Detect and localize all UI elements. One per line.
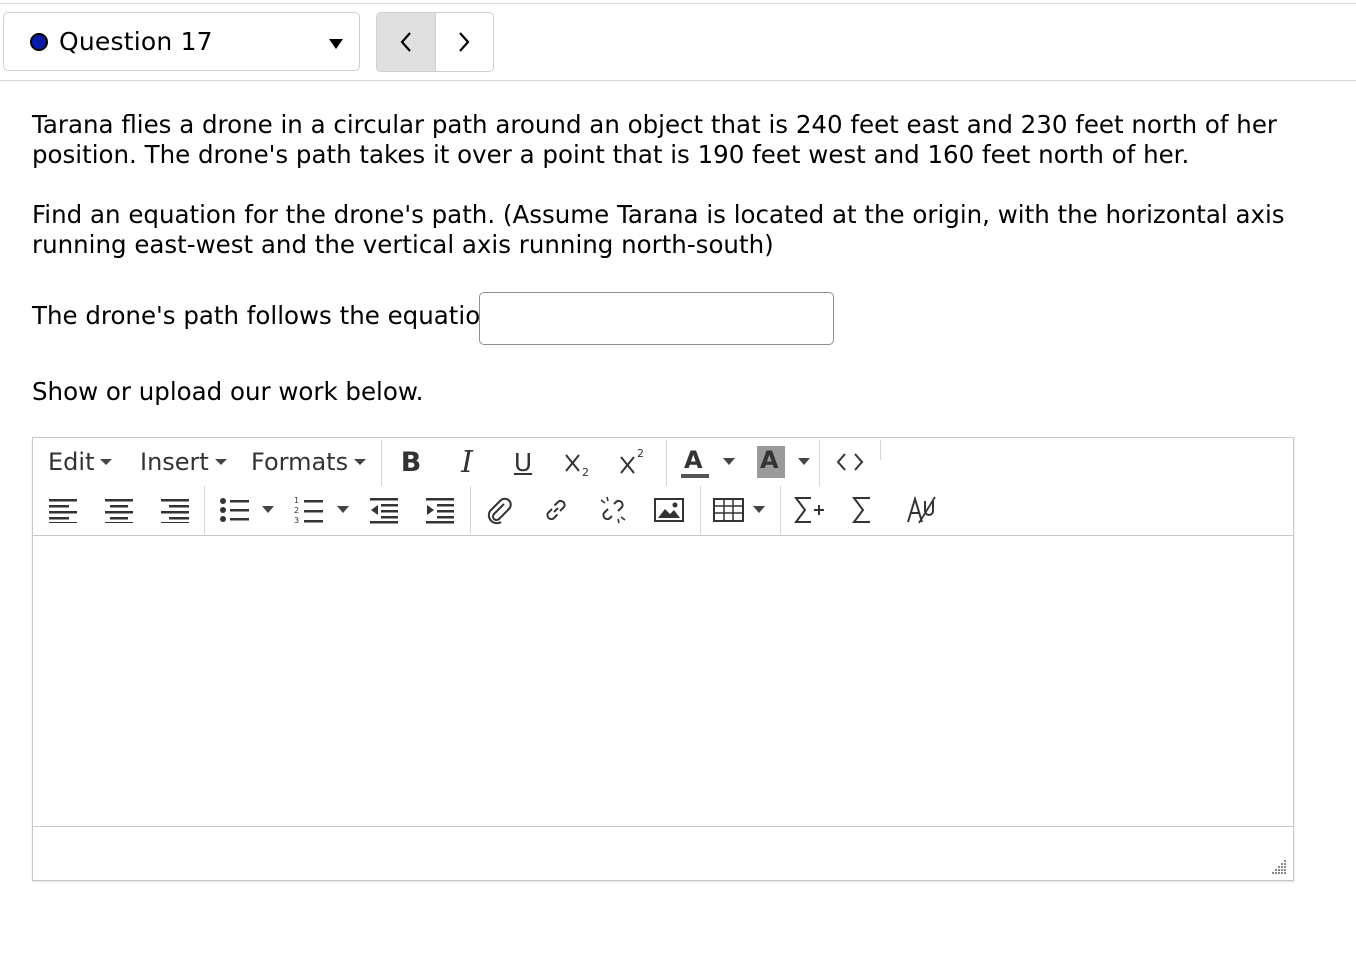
svg-text:2: 2 xyxy=(637,447,644,460)
edit-menu-label: Edit xyxy=(48,448,95,476)
source-code-button[interactable] xyxy=(830,444,870,480)
question-nav-group xyxy=(376,12,494,72)
table-caret-icon[interactable] xyxy=(753,506,765,513)
code-icon xyxy=(836,453,864,471)
toolbar-separator xyxy=(780,486,781,534)
top-divider xyxy=(0,3,1356,4)
outdent-icon xyxy=(370,498,398,524)
numbered-list-button[interactable]: 1 2 3 xyxy=(289,492,329,528)
align-right-icon xyxy=(161,499,189,523)
highlight-color-icon: A xyxy=(757,446,785,478)
spellcheck-icon xyxy=(907,495,936,524)
question-status-dot xyxy=(30,32,48,51)
toolbar-separator xyxy=(880,440,881,460)
editor-content-area[interactable] xyxy=(33,536,1293,826)
dropdown-caret-icon xyxy=(329,39,343,49)
italic-icon: I xyxy=(461,444,473,480)
align-center-icon xyxy=(105,499,133,523)
caret-down-icon xyxy=(214,459,227,465)
unlink-icon xyxy=(600,496,626,524)
subscript-icon: 2 xyxy=(565,454,589,477)
insert-equation-button[interactable] xyxy=(790,492,830,528)
insert-table-button[interactable] xyxy=(709,492,749,528)
math-editor-button[interactable] xyxy=(843,492,883,528)
link-icon xyxy=(546,499,566,521)
numbered-list-caret-icon[interactable] xyxy=(337,506,349,513)
attach-file-button[interactable] xyxy=(479,492,519,528)
insert-link-button[interactable] xyxy=(536,492,576,528)
text-color-button[interactable]: A xyxy=(675,444,713,480)
toolbar-separator xyxy=(381,440,382,486)
header-divider xyxy=(0,80,1356,81)
editor-toolbar-row-1: Edit Insert Formats B I U 2 2 A A xyxy=(33,438,1293,486)
question-selector[interactable]: Question 17 xyxy=(3,12,360,71)
bullet-list-button[interactable] xyxy=(215,492,255,528)
caret-down-icon xyxy=(100,459,113,465)
toolbar-separator xyxy=(204,486,205,534)
insert-image-button[interactable] xyxy=(649,492,689,528)
caret-down-icon xyxy=(354,459,367,465)
unlink-button[interactable] xyxy=(593,492,633,528)
text-color-letter: A xyxy=(684,446,703,474)
italic-button[interactable]: I xyxy=(447,444,487,480)
underline-button[interactable]: U xyxy=(503,444,543,480)
underline-icon: U xyxy=(513,447,533,477)
editor-status-bar xyxy=(33,826,1293,881)
highlight-letter: A xyxy=(760,446,779,474)
insert-menu[interactable]: Insert xyxy=(140,446,227,478)
indent-button[interactable] xyxy=(420,492,460,528)
highlight-color-button[interactable]: A xyxy=(751,444,789,480)
upload-prompt: Show or upload our work below. xyxy=(32,377,424,406)
toolbar-separator xyxy=(819,440,820,486)
bold-icon: B xyxy=(400,446,422,478)
paperclip-icon xyxy=(487,497,512,525)
toolbar-separator xyxy=(700,486,701,534)
align-right-button[interactable] xyxy=(155,492,195,528)
sigma-plus-icon xyxy=(794,497,824,523)
resize-handle-icon[interactable] xyxy=(1269,857,1287,875)
align-center-button[interactable] xyxy=(99,492,139,528)
align-left-button[interactable] xyxy=(43,492,83,528)
question-selector-label: Question 17 xyxy=(59,27,213,56)
previous-question-button[interactable] xyxy=(377,13,436,71)
bullet-list-caret-icon[interactable] xyxy=(262,506,274,513)
sigma-icon xyxy=(852,497,870,523)
formats-menu-label: Formats xyxy=(251,448,349,476)
formats-menu[interactable]: Formats xyxy=(251,446,367,478)
equation-answer-input[interactable] xyxy=(479,292,834,345)
svg-text:3: 3 xyxy=(294,516,299,525)
editor-toolbar-row-2: 1 2 3 xyxy=(33,486,1293,534)
chevron-left-icon xyxy=(400,32,411,52)
spellcheck-button[interactable] xyxy=(901,492,941,528)
svg-text:2: 2 xyxy=(294,506,299,515)
subscript-button[interactable]: 2 xyxy=(558,444,598,480)
outdent-button[interactable] xyxy=(364,492,404,528)
bold-button[interactable]: B xyxy=(391,444,431,480)
text-color-icon: A xyxy=(681,446,709,478)
insert-menu-label: Insert xyxy=(140,448,209,476)
numbered-list-icon: 1 2 3 xyxy=(294,496,323,525)
indent-icon xyxy=(426,498,454,524)
chevron-right-icon xyxy=(459,32,470,52)
bullet-list-icon xyxy=(220,498,249,522)
question-instruction: Find an equation for the drone's path. (… xyxy=(32,200,1285,259)
table-icon xyxy=(713,498,744,522)
align-left-icon xyxy=(49,499,77,523)
next-question-button[interactable] xyxy=(435,13,493,71)
svg-text:2: 2 xyxy=(582,466,589,477)
text-color-caret-icon[interactable] xyxy=(723,458,735,465)
edit-menu[interactable]: Edit xyxy=(48,446,113,478)
superscript-icon: 2 xyxy=(620,447,644,474)
highlight-caret-icon[interactable] xyxy=(798,458,810,465)
toolbar-separator xyxy=(470,486,471,534)
svg-text:1: 1 xyxy=(294,496,299,505)
rich-text-editor: Edit Insert Formats B I U 2 2 A A 1 2 3 xyxy=(32,437,1294,881)
image-icon xyxy=(654,498,684,522)
question-paragraph: Tarana flies a drone in a circular path … xyxy=(32,110,1277,169)
answer-prompt: The drone's path follows the equation xyxy=(32,301,496,330)
toolbar-separator xyxy=(666,440,667,486)
superscript-button[interactable]: 2 xyxy=(613,444,653,480)
